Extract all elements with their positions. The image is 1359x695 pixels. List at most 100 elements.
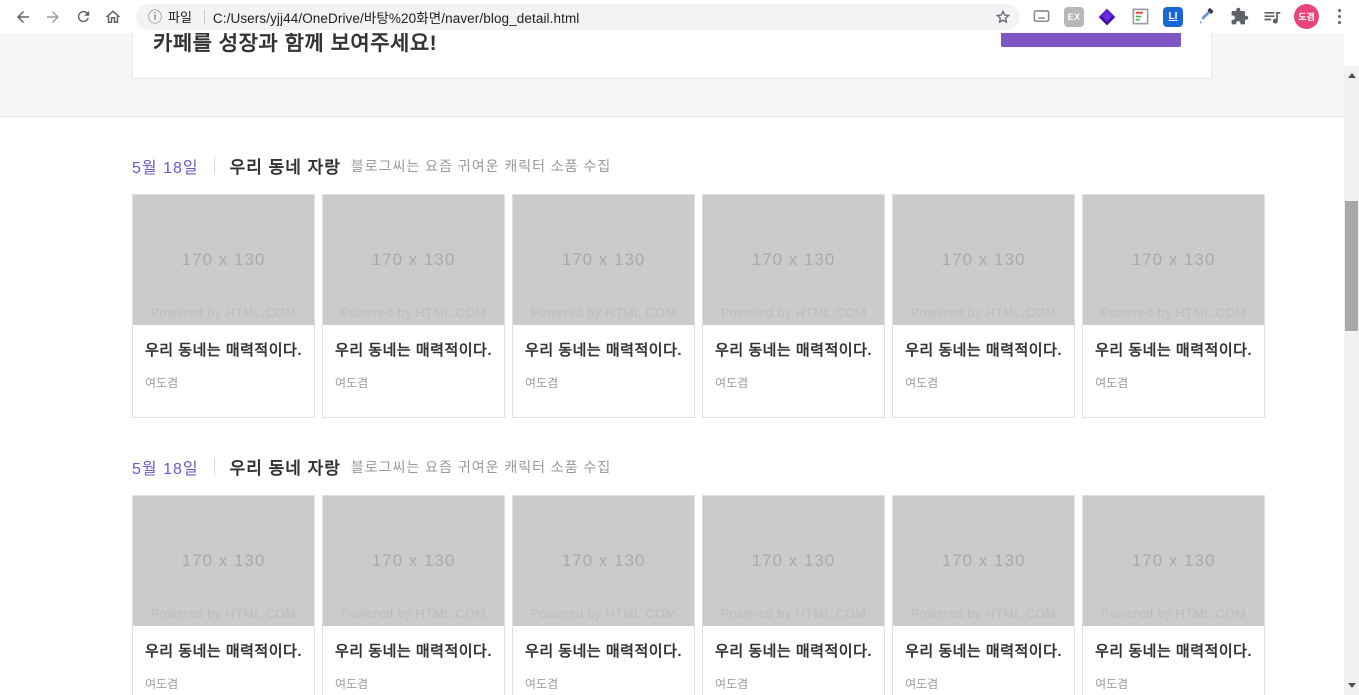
blog-card[interactable]: 170 x 130 Powered by HTML.COM 우리 동네는 매력적… — [322, 194, 506, 418]
card-title[interactable]: 우리 동네는 매력적이다. — [1095, 642, 1252, 661]
profile-avatar[interactable]: 도겸 — [1294, 4, 1319, 29]
scrollbar-up-arrow[interactable] — [1344, 68, 1359, 83]
blog-section: 5월 18일 우리 동네 자랑 블로그씨는 요즘 귀여운 캐릭터 소품 수집 1… — [132, 454, 1266, 695]
card-title[interactable]: 우리 동네는 매력적이다. — [715, 341, 872, 360]
extensions-puzzle-icon[interactable] — [1228, 6, 1250, 28]
card-author[interactable]: 여도겸 — [905, 376, 1062, 391]
card-author[interactable]: 여도겸 — [335, 376, 492, 391]
card-title[interactable]: 우리 동네는 매력적이다. — [335, 341, 492, 360]
diamond-extension-icon[interactable] — [1096, 6, 1118, 28]
card-body: 우리 동네는 매력적이다. 여도겸 — [513, 325, 694, 417]
refresh-button[interactable] — [68, 2, 98, 32]
address-bar[interactable]: ⓘ 파일 C:/Users/yjj44/OneDrive/바탕%20화면/nav… — [136, 3, 1020, 30]
scrollbar-down-arrow[interactable] — [1344, 678, 1359, 693]
extensions-area: EX LI 도겸 — [1030, 4, 1353, 29]
section-divider — [213, 458, 215, 475]
card-author[interactable]: 여도겸 — [905, 677, 1062, 692]
card-body: 우리 동네는 매력적이다. 여도겸 — [133, 325, 314, 417]
url-text[interactable]: C:/Users/yjj44/OneDrive/바탕%20화면/naver/bl… — [213, 7, 994, 27]
info-icon[interactable]: ⓘ — [148, 7, 162, 27]
promo-band: 카페를 성장과 함께 보여주세요! — [0, 33, 1344, 117]
ex-badge: EX — [1064, 6, 1084, 27]
placeholder-dimensions: 170 x 130 — [181, 551, 266, 570]
placeholder-watermark: Powered by HTML.COM — [910, 607, 1057, 621]
browser-menu-button[interactable] — [1330, 5, 1349, 28]
placeholder-watermark: Powered by HTML.COM — [340, 306, 487, 320]
card-body: 우리 동네는 매력적이다. 여도겸 — [703, 626, 884, 695]
card-title[interactable]: 우리 동네는 매력적이다. — [905, 341, 1062, 360]
card-body: 우리 동네는 매력적이다. 여도겸 — [323, 325, 504, 417]
placeholder-watermark: Powered by HTML.COM — [1100, 607, 1247, 621]
notes-extension-icon[interactable] — [1129, 6, 1151, 28]
blog-card[interactable]: 170 x 130 Powered by HTML.COM 우리 동네는 매력적… — [892, 495, 1076, 695]
url-scheme-chip: 파일 — [168, 10, 192, 25]
placeholder-dimensions: 170 x 130 — [1131, 250, 1216, 269]
placeholder-dimensions: 170 x 130 — [751, 250, 836, 269]
placeholder-image: 170 x 130 Powered by HTML.COM — [1083, 195, 1265, 325]
card-title[interactable]: 우리 동네는 매력적이다. — [335, 642, 492, 661]
card-body: 우리 동네는 매력적이다. 여도겸 — [1083, 325, 1264, 417]
placeholder-watermark: Powered by HTML.COM — [720, 607, 867, 621]
blog-card[interactable]: 170 x 130 Powered by HTML.COM 우리 동네는 매력적… — [702, 194, 886, 418]
forward-button[interactable] — [38, 2, 68, 32]
card-author[interactable]: 여도겸 — [1095, 677, 1252, 692]
card-author[interactable]: 여도겸 — [145, 677, 302, 692]
playlist-icon[interactable] — [1261, 6, 1283, 28]
card-title[interactable]: 우리 동네는 매력적이다. — [525, 341, 682, 360]
placeholder-dimensions: 170 x 130 — [941, 551, 1026, 570]
back-button[interactable] — [8, 2, 38, 32]
blog-card[interactable]: 170 x 130 Powered by HTML.COM 우리 동네는 매력적… — [322, 495, 506, 695]
browser-window: ⓘ 파일 C:/Users/yjj44/OneDrive/바탕%20화면/nav… — [0, 0, 1359, 695]
card-title[interactable]: 우리 동네는 매력적이다. — [145, 341, 302, 360]
placeholder-watermark: Powered by HTML.COM — [150, 306, 297, 320]
placeholder-image: 170 x 130 Powered by HTML.COM — [323, 496, 505, 626]
card-body: 우리 동네는 매력적이다. 여도겸 — [513, 626, 694, 695]
card-author[interactable]: 여도겸 — [715, 677, 872, 692]
card-title[interactable]: 우리 동네는 매력적이다. — [525, 642, 682, 661]
placeholder-image: 170 x 130 Powered by HTML.COM — [1083, 496, 1265, 626]
placeholder-image: 170 x 130 Powered by HTML.COM — [513, 195, 695, 325]
li-extension-icon[interactable]: LI — [1162, 6, 1184, 28]
card-author[interactable]: 여도겸 — [1095, 376, 1252, 391]
blog-card[interactable]: 170 x 130 Powered by HTML.COM 우리 동네는 매력적… — [132, 495, 316, 695]
placeholder-watermark: Powered by HTML.COM — [530, 607, 677, 621]
home-icon — [104, 8, 122, 26]
card-title[interactable]: 우리 동네는 매력적이다. — [1095, 341, 1252, 360]
blog-card[interactable]: 170 x 130 Powered by HTML.COM 우리 동네는 매력적… — [1082, 495, 1266, 695]
vertical-scrollbar[interactable] — [1344, 66, 1359, 695]
card-author[interactable]: 여도겸 — [715, 376, 872, 391]
home-button[interactable] — [98, 2, 128, 32]
card-author[interactable]: 여도겸 — [525, 376, 682, 391]
blog-card[interactable]: 170 x 130 Powered by HTML.COM 우리 동네는 매력적… — [512, 495, 696, 695]
screenshot-extension-icon[interactable] — [1030, 6, 1052, 28]
card-author[interactable]: 여도겸 — [145, 376, 302, 391]
ex-extension-icon[interactable]: EX — [1063, 6, 1085, 28]
blog-card[interactable]: 170 x 130 Powered by HTML.COM 우리 동네는 매력적… — [132, 194, 316, 418]
section-subtitle: 블로그씨는 요즘 귀여운 캐릭터 소품 수집 — [350, 458, 612, 475]
blog-card[interactable]: 170 x 130 Powered by HTML.COM 우리 동네는 매력적… — [1082, 194, 1266, 418]
browser-toolbar: ⓘ 파일 C:/Users/yjj44/OneDrive/바탕%20화면/nav… — [0, 0, 1359, 33]
card-author[interactable]: 여도겸 — [525, 677, 682, 692]
card-body: 우리 동네는 매력적이다. 여도겸 — [893, 626, 1074, 695]
section-date: 5월 18일 — [132, 460, 199, 478]
kebab-dot — [1338, 9, 1341, 12]
placeholder-dimensions: 170 x 130 — [371, 250, 456, 269]
placeholder-image: 170 x 130 Powered by HTML.COM — [133, 195, 315, 325]
placeholder-dimensions: 170 x 130 — [181, 250, 266, 269]
scrollbar-thumb[interactable] — [1345, 201, 1358, 331]
eyedropper-extension-icon[interactable] — [1195, 6, 1217, 28]
blog-card[interactable]: 170 x 130 Powered by HTML.COM 우리 동네는 매력적… — [512, 194, 696, 418]
card-body: 우리 동네는 매력적이다. 여도겸 — [893, 325, 1074, 417]
placeholder-watermark: Powered by HTML.COM — [910, 306, 1057, 320]
down-triangle-icon — [1347, 683, 1356, 688]
blog-card[interactable]: 170 x 130 Powered by HTML.COM 우리 동네는 매력적… — [702, 495, 886, 695]
bookmark-star-icon[interactable] — [994, 8, 1012, 26]
promo-button[interactable] — [1001, 33, 1181, 47]
section-title: 우리 동네 자랑 — [229, 158, 341, 177]
blog-card[interactable]: 170 x 130 Powered by HTML.COM 우리 동네는 매력적… — [892, 194, 1076, 418]
card-title[interactable]: 우리 동네는 매력적이다. — [145, 642, 302, 661]
card-title[interactable]: 우리 동네는 매력적이다. — [905, 642, 1062, 661]
card-body: 우리 동네는 매력적이다. 여도겸 — [323, 626, 504, 695]
card-title[interactable]: 우리 동네는 매력적이다. — [715, 642, 872, 661]
card-author[interactable]: 여도겸 — [335, 677, 492, 692]
